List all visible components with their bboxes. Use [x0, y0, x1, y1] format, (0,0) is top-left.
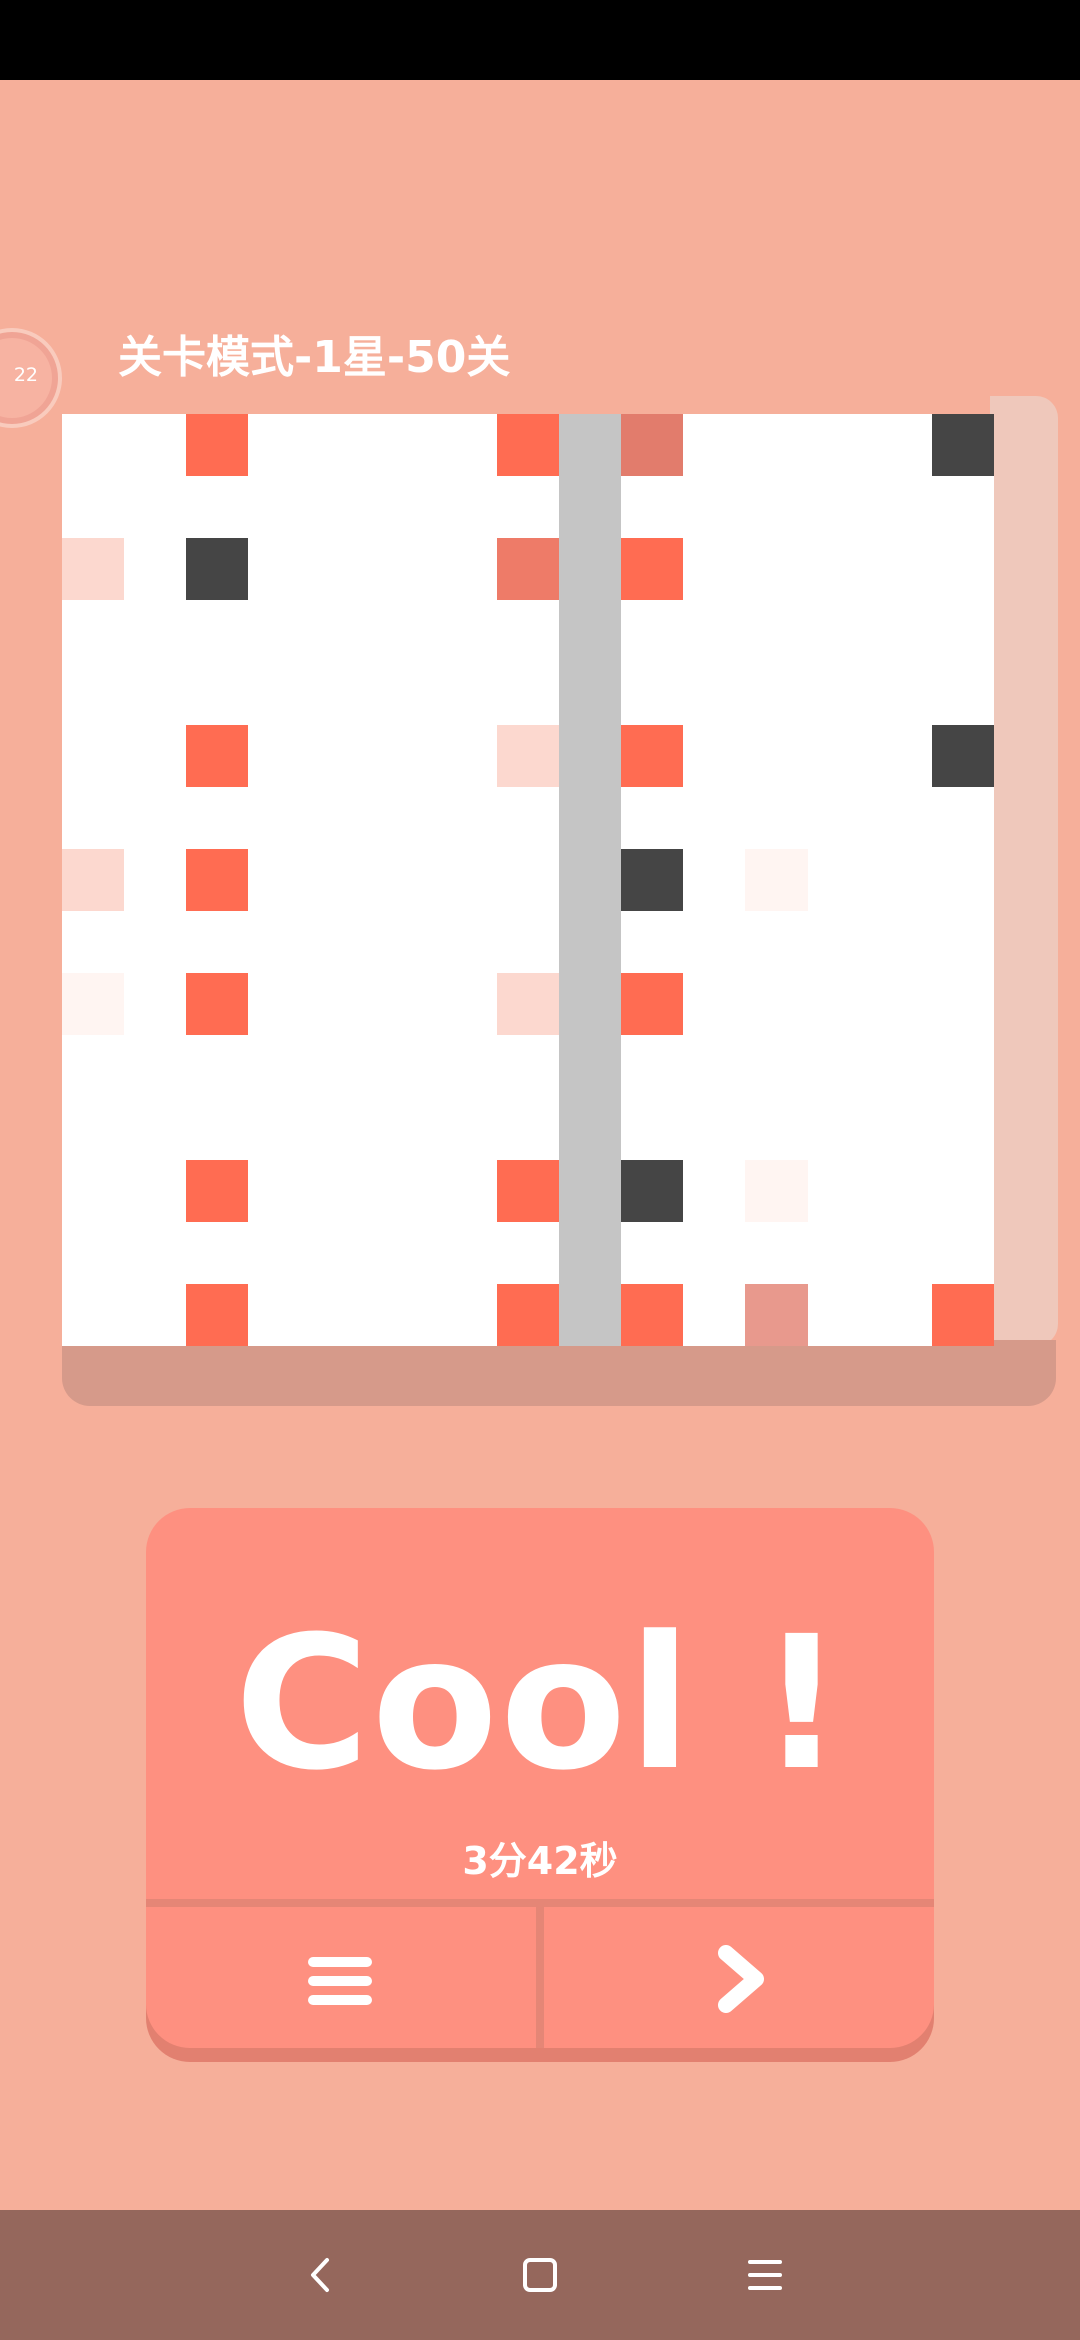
board-shadow [62, 1340, 1056, 1406]
board-tile[interactable] [186, 1159, 249, 1222]
board-tile[interactable] [745, 1283, 808, 1346]
board-tile[interactable] [186, 973, 249, 1036]
result-text: Cool ! [234, 1597, 846, 1811]
board-tile[interactable] [621, 724, 684, 787]
board-tile[interactable] [621, 414, 684, 477]
level-title: 关卡模式-1星-50关 [118, 332, 511, 383]
recents-icon [748, 2260, 782, 2290]
status-bar [0, 0, 1080, 80]
board-tile[interactable] [621, 1159, 684, 1222]
board-tile[interactable] [186, 1283, 249, 1346]
board-edge [990, 396, 1058, 1346]
timer-badge-text: 22 [13, 364, 38, 386]
chevron-right-icon [718, 1945, 764, 2013]
board-tile[interactable] [621, 848, 684, 912]
board-tile[interactable] [931, 724, 994, 787]
menu-button[interactable] [146, 1907, 536, 2048]
board-tile[interactable] [931, 1283, 994, 1346]
board-tile[interactable] [496, 1159, 560, 1222]
board-tile[interactable] [186, 724, 249, 787]
menu-icon [308, 1957, 372, 2005]
card-divider-vertical [536, 1907, 544, 2048]
board-tile[interactable] [496, 538, 560, 601]
board-tile[interactable] [186, 848, 249, 912]
home-icon [523, 2258, 557, 2292]
board-tile[interactable] [745, 848, 808, 912]
board-tile[interactable] [62, 973, 125, 1036]
recents-button[interactable] [720, 2230, 810, 2320]
elapsed-time: 3分42秒 [462, 1839, 618, 1883]
game-board[interactable] [62, 414, 994, 1346]
board-tile[interactable] [62, 848, 125, 912]
board-tile[interactable] [186, 538, 249, 601]
timer-badge: 22 [0, 338, 52, 418]
board-tile[interactable] [931, 414, 994, 477]
board-tile[interactable] [496, 724, 560, 787]
board-tile[interactable] [621, 973, 684, 1036]
result-card: Cool ! 3分42秒 [146, 1508, 934, 2048]
system-nav-bar [0, 2210, 1080, 2340]
board-tile[interactable] [496, 973, 560, 1036]
back-button[interactable] [275, 2230, 365, 2320]
next-level-button[interactable] [544, 1907, 934, 2048]
card-divider-horizontal [146, 1899, 934, 1907]
board-tile[interactable] [496, 1283, 560, 1346]
home-button[interactable] [495, 2230, 585, 2320]
board-tile[interactable] [62, 538, 125, 601]
board-tile[interactable] [745, 1159, 808, 1222]
board-tile[interactable] [496, 414, 560, 477]
back-icon [311, 2258, 329, 2292]
board-tile[interactable] [621, 538, 684, 601]
board-tile[interactable] [186, 414, 249, 477]
board-divider [559, 414, 622, 1346]
board-tile[interactable] [621, 1283, 684, 1346]
